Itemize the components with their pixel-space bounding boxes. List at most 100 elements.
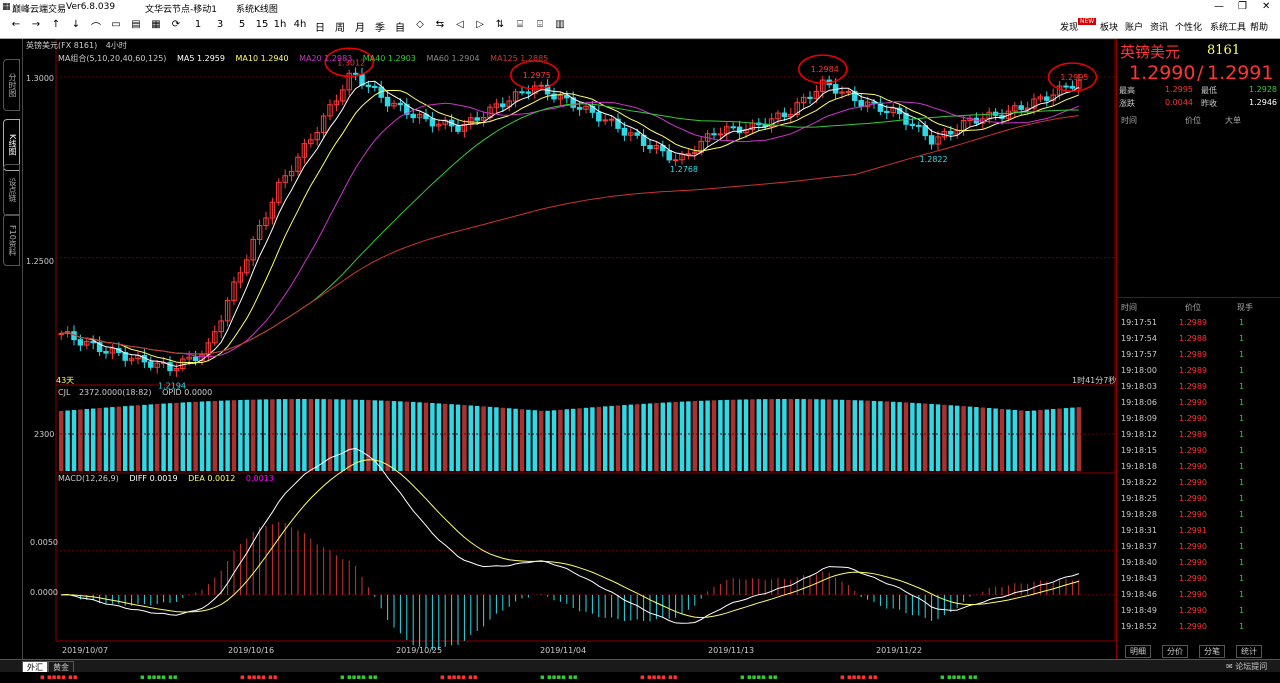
trade-price: 1.2989: [1179, 382, 1207, 391]
toolbar-button-23[interactable]: ▷: [472, 19, 488, 30]
volume-bar: [865, 400, 870, 471]
toolbar-button-8[interactable]: ⟳: [168, 19, 184, 30]
trade-time: 19:18:25: [1121, 494, 1157, 503]
volume-bar: [737, 399, 742, 471]
volume-bar: [244, 399, 250, 471]
volume-bar: [282, 399, 288, 471]
volume-bar: [545, 410, 550, 471]
ticker-item: ▪ ▪▪▪▪ ▪▪: [640, 673, 678, 681]
panel-tab-1[interactable]: 分价: [1162, 645, 1188, 658]
volume-label: CJL: [58, 388, 71, 397]
toolbar-button-5[interactable]: ▭: [108, 19, 124, 30]
toolbar-button-10[interactable]: 3: [212, 19, 228, 30]
toolbar-button-12[interactable]: 15: [254, 19, 270, 30]
close-icon[interactable]: ✕: [1262, 1, 1270, 12]
tab-alerts[interactable]: 设点链: [3, 164, 20, 216]
minimize-icon[interactable]: —: [1214, 1, 1224, 12]
volume-bar: [148, 404, 154, 471]
toolbar-button-24[interactable]: ⇅: [492, 19, 508, 30]
ma60-label: MA60 1.2904: [426, 54, 480, 63]
volume-bar: [775, 399, 781, 471]
toolbar-button-0[interactable]: ←: [8, 19, 24, 30]
quote-bid: 1.2990: [1129, 62, 1196, 84]
toolbar-button-13[interactable]: 1h: [272, 19, 288, 30]
volume-bar: [762, 399, 768, 471]
toolbar-button-9[interactable]: 1: [190, 19, 206, 30]
restore-icon[interactable]: ❐: [1238, 1, 1247, 12]
trade-price: 1.2989: [1179, 318, 1207, 327]
tab-f10[interactable]: F10资料: [3, 214, 20, 266]
volume-bar: [641, 403, 646, 471]
tab-intraday[interactable]: 分时图: [3, 59, 20, 111]
trade-time: 19:18:28: [1121, 510, 1157, 519]
volume-bar: [967, 406, 973, 471]
trade-time: 19:18:06: [1121, 398, 1157, 407]
volume-bar: [103, 407, 109, 471]
change-label: 涨跌: [1119, 99, 1135, 108]
toolbar-button-7[interactable]: ▦: [148, 19, 164, 30]
forum-button[interactable]: ✉ 论坛提问: [1226, 661, 1267, 672]
volume-bar: [705, 400, 710, 471]
ma5-label: MA5 1.2959: [176, 54, 225, 63]
toolbar-button-21[interactable]: ⇆: [432, 19, 448, 30]
trade-price: 1.2990: [1179, 510, 1207, 519]
panel-tab-0[interactable]: 明细: [1125, 645, 1151, 658]
menu-help[interactable]: 帮助: [1250, 20, 1268, 33]
volume-bar: [430, 403, 435, 471]
ticker-item: ▪ ▪▪▪▪ ▪▪: [540, 673, 578, 681]
candle-body: [909, 123, 916, 126]
toolbar-button-18[interactable]: 季: [372, 19, 388, 34]
volume-bar: [231, 400, 237, 471]
volume-bar: [468, 405, 474, 471]
trade-time: 19:18:37: [1121, 542, 1157, 551]
toolbar-button-6[interactable]: ▤: [128, 19, 144, 30]
menu-find[interactable]: 发现: [1060, 20, 1078, 33]
candle-body: [916, 124, 922, 127]
volume-bar: [807, 399, 813, 471]
volume-bar: [295, 399, 301, 471]
toolbar-button-3[interactable]: ↓: [68, 19, 84, 30]
toolbar-button-16[interactable]: 周: [332, 19, 348, 34]
macd-label: MACD(12,26,9): [58, 474, 119, 483]
low-value: 1.2928: [1249, 85, 1277, 94]
toolbar-button-25[interactable]: ⌸: [512, 19, 528, 30]
candle-body: [685, 153, 692, 156]
menu-sector[interactable]: 板块: [1100, 20, 1118, 33]
toolbar-button-27[interactable]: ▥: [552, 19, 568, 30]
menu-news[interactable]: 资讯: [1150, 20, 1168, 33]
macd-axis-zero: 0.0000: [30, 588, 58, 597]
toolbar-button-4[interactable]: ⌒: [88, 19, 104, 34]
chart-canvas[interactable]: 1.30121.29751.29841.29951.21941.27681.28…: [22, 39, 1116, 659]
toolbar-button-19[interactable]: 自: [392, 19, 408, 34]
volume-bar: [154, 403, 160, 471]
volume-bar: [558, 409, 563, 471]
toolbar-button-20[interactable]: ◇: [412, 19, 428, 30]
volume-bar: [1038, 410, 1043, 471]
divider: [1117, 297, 1280, 298]
toolbar-button-1[interactable]: →: [28, 19, 44, 30]
volume-bar: [334, 399, 339, 471]
volume-bar: [999, 408, 1005, 471]
toolbar-button-14[interactable]: 4h: [292, 19, 308, 30]
trade-price: 1.2988: [1179, 334, 1207, 343]
toolbar-button-11[interactable]: 5: [234, 19, 250, 30]
toolbar-button-26[interactable]: ⌹: [532, 19, 548, 30]
volume-bar: [391, 401, 397, 471]
toolbar-button-17[interactable]: 月: [352, 19, 368, 34]
candle-body: [167, 362, 173, 372]
candle-body: [103, 351, 109, 354]
toolbar-button-22[interactable]: ◁: [452, 19, 468, 30]
menu-tools[interactable]: 系统工具: [1210, 20, 1246, 33]
volume-bar: [186, 402, 192, 471]
price-annotation: 1.2975: [523, 71, 551, 80]
menu-account[interactable]: 账户: [1125, 20, 1143, 33]
high-value: 1.2995: [1165, 85, 1193, 94]
panel-tab-2[interactable]: 分笔: [1199, 645, 1225, 658]
big-col-price: 价位: [1185, 116, 1201, 125]
volume-bar: [724, 399, 730, 471]
toolbar-button-15[interactable]: 日: [312, 19, 328, 34]
menu-personal[interactable]: 个性化: [1175, 20, 1202, 33]
toolbar-button-2[interactable]: ↑: [48, 19, 64, 30]
chart-area[interactable]: 1.3012 1.2975 1.2984 1.2995 1.2194 1.2768 1.28…: [22, 39, 1116, 659]
panel-tab-3[interactable]: 统计: [1236, 645, 1262, 658]
